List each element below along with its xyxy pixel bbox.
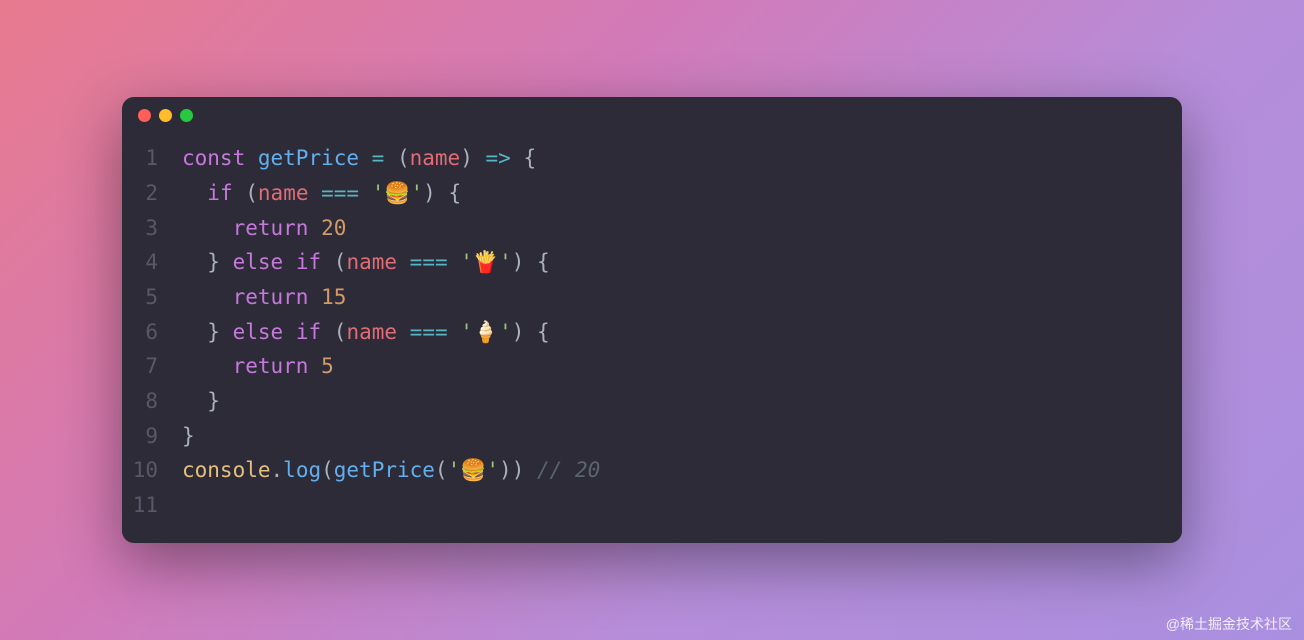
line-number: 10 (122, 453, 182, 488)
code-content: if (name === '🍔') { (182, 176, 1182, 211)
line-number: 3 (122, 211, 182, 246)
code-content: console.log(getPrice('🍔')) // 20 (182, 453, 1182, 488)
line-number: 1 (122, 141, 182, 176)
minimize-icon[interactable] (159, 109, 172, 122)
code-line: 11 (122, 488, 1182, 523)
code-editor-window: 1 const getPrice = (name) => { 2 if (nam… (122, 97, 1182, 542)
code-content: return 15 (182, 280, 1182, 315)
line-number: 6 (122, 315, 182, 350)
code-line: 10 console.log(getPrice('🍔')) // 20 (122, 453, 1182, 488)
code-content: return 5 (182, 349, 1182, 384)
watermark: @稀土掘金技术社区 (1166, 614, 1292, 634)
code-line: 4 } else if (name === '🍟') { (122, 245, 1182, 280)
line-number: 5 (122, 280, 182, 315)
code-line: 2 if (name === '🍔') { (122, 176, 1182, 211)
code-line: 1 const getPrice = (name) => { (122, 141, 1182, 176)
code-area[interactable]: 1 const getPrice = (name) => { 2 if (nam… (122, 133, 1182, 542)
code-line: 8 } (122, 384, 1182, 419)
code-line: 3 return 20 (122, 211, 1182, 246)
line-number: 9 (122, 419, 182, 454)
line-number: 2 (122, 176, 182, 211)
line-number: 11 (122, 488, 182, 523)
line-number: 8 (122, 384, 182, 419)
code-content: const getPrice = (name) => { (182, 141, 1182, 176)
code-content: return 20 (182, 211, 1182, 246)
code-line: 6 } else if (name === '🍦') { (122, 315, 1182, 350)
code-line: 7 return 5 (122, 349, 1182, 384)
code-line: 5 return 15 (122, 280, 1182, 315)
line-number: 4 (122, 245, 182, 280)
window-titlebar (122, 97, 1182, 133)
code-content: } (182, 419, 1182, 454)
code-content: } else if (name === '🍟') { (182, 245, 1182, 280)
code-content (182, 488, 1182, 523)
line-number: 7 (122, 349, 182, 384)
close-icon[interactable] (138, 109, 151, 122)
code-content: } else if (name === '🍦') { (182, 315, 1182, 350)
code-content: } (182, 384, 1182, 419)
code-line: 9 } (122, 419, 1182, 454)
maximize-icon[interactable] (180, 109, 193, 122)
